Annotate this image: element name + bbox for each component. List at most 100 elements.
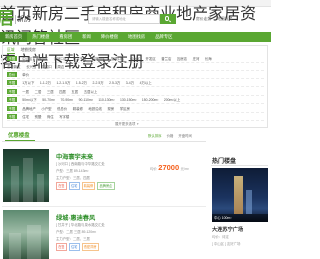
filter-option[interactable]: 150-200m² — [142, 98, 158, 102]
search-input[interactable] — [88, 14, 160, 24]
filter-option[interactable]: 开发区 — [146, 56, 156, 61]
filter-option[interactable]: 三居 — [47, 89, 54, 94]
filter-option[interactable]: 一居 — [22, 89, 29, 94]
price-label: 均价 — [150, 167, 157, 171]
sidebar-featured-photo[interactable]: 中心 100m² — [212, 168, 268, 222]
filter-option[interactable]: 90-110m² — [79, 98, 93, 102]
listing-rooms: 户型：三居 89-143m² — [56, 169, 89, 173]
filter-option[interactable]: 五居以上 — [84, 89, 98, 94]
nav-item[interactable]: 看房团 — [54, 32, 77, 42]
filter-option[interactable]: 旅顺口区 — [111, 56, 125, 61]
filter-option[interactable]: 沙河口区 — [54, 56, 68, 61]
topbar-link[interactable]: 新房 — [32, 6, 64, 23]
filter-option[interactable]: 精装修 — [73, 106, 83, 111]
filter-tab[interactable]: 区域 — [7, 48, 15, 54]
listing-photo[interactable] — [3, 210, 49, 259]
filter-option[interactable]: 110-130m² — [98, 98, 114, 102]
filter-option[interactable]: 品牌地产 — [22, 106, 36, 111]
filter-option[interactable]: 瓦房店 — [177, 56, 187, 61]
search-button[interactable] — [160, 14, 176, 24]
filter-tab[interactable]: 地铁找房 — [21, 48, 36, 54]
listing-title[interactable]: 中海寰宇未来 — [56, 152, 93, 161]
filter-option[interactable]: 二居 — [35, 89, 42, 94]
filter-option[interactable]: 1-1.2万 — [40, 80, 51, 85]
header-link[interactable]: 地图找房 — [217, 17, 232, 22]
building-shape — [234, 176, 243, 214]
listing-title[interactable]: 绿城·惠迪春风 — [56, 213, 95, 222]
filter-option[interactable]: 不限 — [7, 114, 17, 119]
tab-featured-listings[interactable]: 优惠楼盘 — [8, 131, 30, 139]
filter-option[interactable]: 地铁沿线 — [88, 106, 102, 111]
nav-item[interactable]: 新房首页 — [0, 32, 28, 42]
filter-option[interactable]: 小户型 — [41, 106, 51, 111]
filter-option[interactable]: 学区房 — [120, 106, 130, 111]
listing-tag: 精装修 — [81, 182, 96, 190]
filter-option[interactable]: 金州区 — [130, 56, 140, 61]
sidebar-photo-caption: 中心 100m² — [212, 214, 268, 222]
filter-option[interactable]: 不限 — [7, 88, 17, 94]
listing-address: [ 沙河口 ] 西南路与中华路交汇处 — [56, 162, 105, 166]
price-mode-tab[interactable]: 单价 — [22, 72, 29, 77]
top-bar: 首页新房二手房租房商业地产家居资讯问答社区 客户端下载登录注册 — [0, 0, 271, 71]
filter-option[interactable]: 别墅 — [35, 114, 42, 119]
filter-option[interactable]: 高新园区 — [92, 56, 106, 61]
filter-option[interactable]: 1万以下 — [22, 80, 34, 85]
filter-option[interactable]: 花园口 — [42, 64, 52, 69]
listing-tags: 在售 住宅 精装修 品牌房企 — [56, 182, 115, 190]
filter-option[interactable]: 长海 — [205, 56, 212, 61]
nav-item[interactable]: 新闻 — [77, 32, 96, 42]
filter-option[interactable]: 3-4万 — [126, 80, 134, 85]
filter-option[interactable]: 不限 — [7, 80, 17, 85]
nav-item[interactable]: 品牌专区 — [150, 32, 177, 42]
filter-option[interactable]: 不限 — [7, 105, 17, 111]
filter-option[interactable]: 西岗区 — [38, 56, 48, 61]
filter-option[interactable]: 2-2.5万 — [93, 80, 104, 85]
nav-item[interactable]: 降价楼盘 — [96, 32, 123, 42]
filter-option[interactable]: 70-90m² — [60, 98, 73, 102]
filter-option[interactable]: 住宅 — [22, 114, 29, 119]
filter-option[interactable]: 四居 — [59, 89, 66, 94]
filter-option[interactable]: 普兰店 — [161, 56, 171, 61]
header-right-links: 房价走势 地图找房 — [196, 17, 232, 22]
nav-item[interactable]: 热门楼盘 — [27, 32, 54, 42]
filter-option[interactable]: 4万以上 — [140, 80, 152, 85]
filter-option[interactable]: 50-70m² — [42, 98, 55, 102]
filter-option[interactable]: 2.5-3万 — [109, 80, 120, 85]
sort-option[interactable]: 价格 — [167, 133, 174, 138]
filter-option[interactable]: 写字楼 — [59, 114, 69, 119]
price-mode-tab[interactable]: 总价 — [7, 72, 17, 77]
sidebar-listing-name[interactable]: 大连苏宁广场 — [212, 226, 243, 233]
filter-option[interactable]: 商住 — [47, 114, 54, 119]
filter-option[interactable]: 200m²以上 — [164, 97, 180, 102]
filter-option[interactable]: 庄河 — [193, 56, 200, 61]
filter-option[interactable]: 金普新区 — [7, 64, 21, 69]
filter-option[interactable]: 1.2-1.5万 — [56, 80, 70, 85]
header-link[interactable]: 房价走势 — [196, 17, 211, 22]
building-shape — [23, 158, 33, 202]
filter-option[interactable]: 不限 — [7, 56, 17, 61]
filter-option[interactable]: 50m²以下 — [22, 97, 37, 102]
filter-option[interactable]: 130-150m² — [120, 98, 136, 102]
search-icon-handle — [169, 19, 172, 23]
building-shape — [11, 166, 19, 202]
listing-photo[interactable] — [3, 149, 49, 202]
filter-option[interactable]: 1.5-2万 — [76, 80, 87, 85]
sort-option[interactable]: 开盘时间 — [178, 133, 192, 138]
filter-row-region-more: 金普新区 长兴岛 花园口 周边 — [7, 63, 264, 71]
listing-price: 均价 27000 元/m² — [150, 163, 189, 172]
filter-option[interactable]: 现房 — [107, 106, 114, 111]
expand-options-button[interactable]: 展开更多选项 ▾ — [115, 121, 139, 127]
filter-option[interactable]: 周边 — [57, 64, 64, 69]
filter-option[interactable]: 五居 — [71, 89, 78, 94]
filter-option[interactable]: 长兴岛 — [26, 64, 36, 69]
filter-option[interactable]: 中山区 — [22, 56, 32, 61]
site-logo[interactable]: 居 — [0, 10, 14, 27]
listing-tag: 在售 — [56, 182, 67, 190]
expand-options-label: 展开更多选项 — [115, 122, 136, 126]
listing-divider — [2, 206, 206, 207]
sort-option[interactable]: 默认排序 — [148, 133, 162, 138]
filter-option[interactable]: 不限 — [7, 97, 17, 102]
filter-option[interactable]: 甘井子区 — [73, 56, 87, 61]
nav-item[interactable]: 地图找房 — [123, 32, 150, 42]
filter-option[interactable]: 低总价 — [57, 106, 67, 111]
